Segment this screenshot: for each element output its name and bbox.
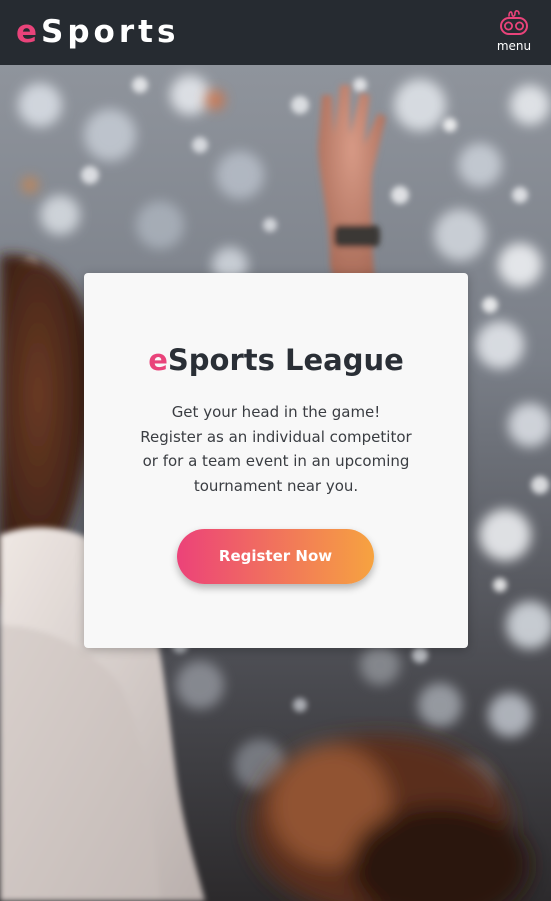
card-title-accent: e (148, 343, 168, 377)
page: eSports menu eSports League Get your hea… (0, 0, 551, 901)
gamepad-icon (500, 10, 528, 35)
register-now-button[interactable]: Register Now (177, 529, 374, 584)
card-title: eSports League (84, 341, 468, 379)
hero-card: eSports League Get your head in the game… (84, 273, 468, 648)
card-title-text: Sports League (167, 343, 404, 377)
logo-accent-letter: e (16, 14, 42, 50)
top-navbar: eSports menu (0, 0, 551, 65)
logo-text: Sports (41, 14, 180, 50)
site-logo[interactable]: eSports (16, 12, 179, 52)
card-description: Get your head in the game! Register as a… (140, 403, 412, 495)
menu-button[interactable]: menu (489, 6, 539, 56)
menu-label: menu (496, 39, 532, 53)
